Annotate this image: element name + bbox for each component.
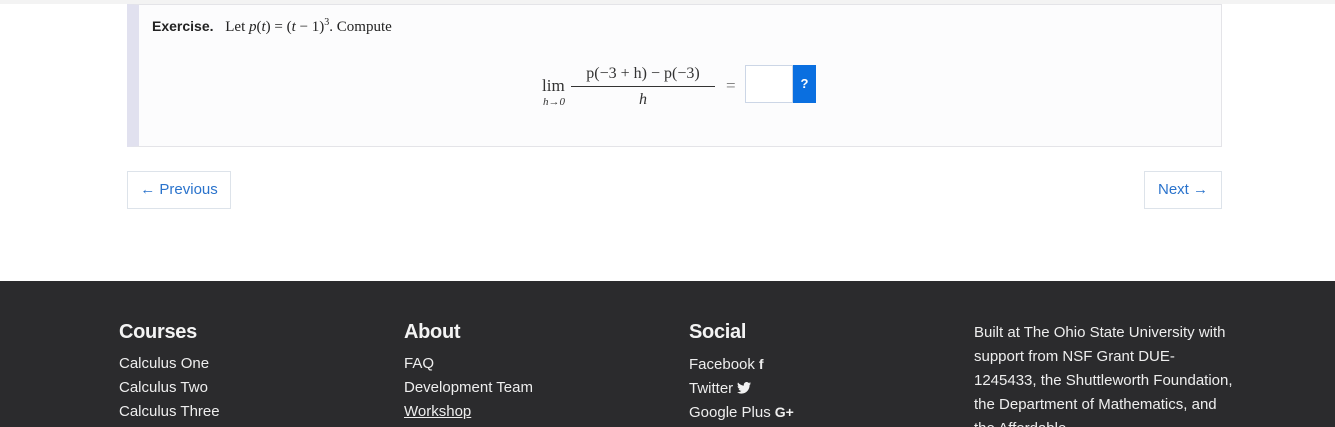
footer-about: About FAQ Development Team Workshop [404,321,533,424]
footer-courses: Courses Calculus One Calculus Two Calcul… [119,321,220,424]
footer: Courses Calculus One Calculus Two Calcul… [0,281,1335,427]
google-plus-icon: G+ [774,404,794,420]
numerator: p(−3 + h) − p(−3) [586,65,700,82]
next-button[interactable]: Next → [1144,171,1222,209]
exercise-box: Exercise. Let p(t) = (t − 1)3. Compute l… [127,4,1222,147]
answer-input[interactable] [745,65,793,103]
eq-text: = ( [270,19,292,35]
compute-text: . Compute [329,19,392,35]
twitter-icon [737,380,752,396]
previous-button[interactable]: ← Previous [127,171,231,209]
exercise-statement: Exercise. Let p(t) = (t − 1)3. Compute [152,17,392,35]
lim-text: lim [542,76,565,95]
func-p: p [249,19,257,35]
denominator: h [639,91,647,108]
twitter-label: Twitter [689,380,734,397]
help-button[interactable]: ? [793,65,816,103]
social-link-twitter[interactable]: Twitter [689,376,794,400]
fraction: p(−3 + h) − p(−3) h [571,63,715,110]
about-heading: About [404,321,461,343]
course-link-calculus-one[interactable]: Calculus One [119,352,220,376]
fraction-bar [571,86,715,87]
about-link-workshop[interactable]: Workshop [404,400,533,424]
minus-one: − 1) [295,19,325,35]
facebook-label: Facebook [689,356,755,373]
lim-subscript: h→0 [543,96,565,108]
var-t: t [261,19,266,35]
facebook-icon: f [758,356,764,372]
social-link-facebook[interactable]: Facebook f [689,352,794,376]
equals-sign: = [726,76,736,95]
about-link-faq[interactable]: FAQ [404,352,533,376]
let-text: Let [225,19,246,35]
course-link-calculus-two[interactable]: Calculus Two [119,376,220,400]
about-link-development-team[interactable]: Development Team [404,376,533,400]
footer-credits: Built at The Ohio State University with … [974,324,1233,427]
social-heading: Social [689,321,747,343]
social-link-google-plus[interactable]: Google Plus G+ [689,400,794,424]
exercise-label: Exercise. [152,18,214,34]
footer-social: Social Facebook f Twitter Google Plus G+ [689,321,794,424]
course-link-calculus-three[interactable]: Calculus Three [119,400,220,424]
google-plus-label: Google Plus [689,404,771,421]
courses-heading: Courses [119,321,197,343]
